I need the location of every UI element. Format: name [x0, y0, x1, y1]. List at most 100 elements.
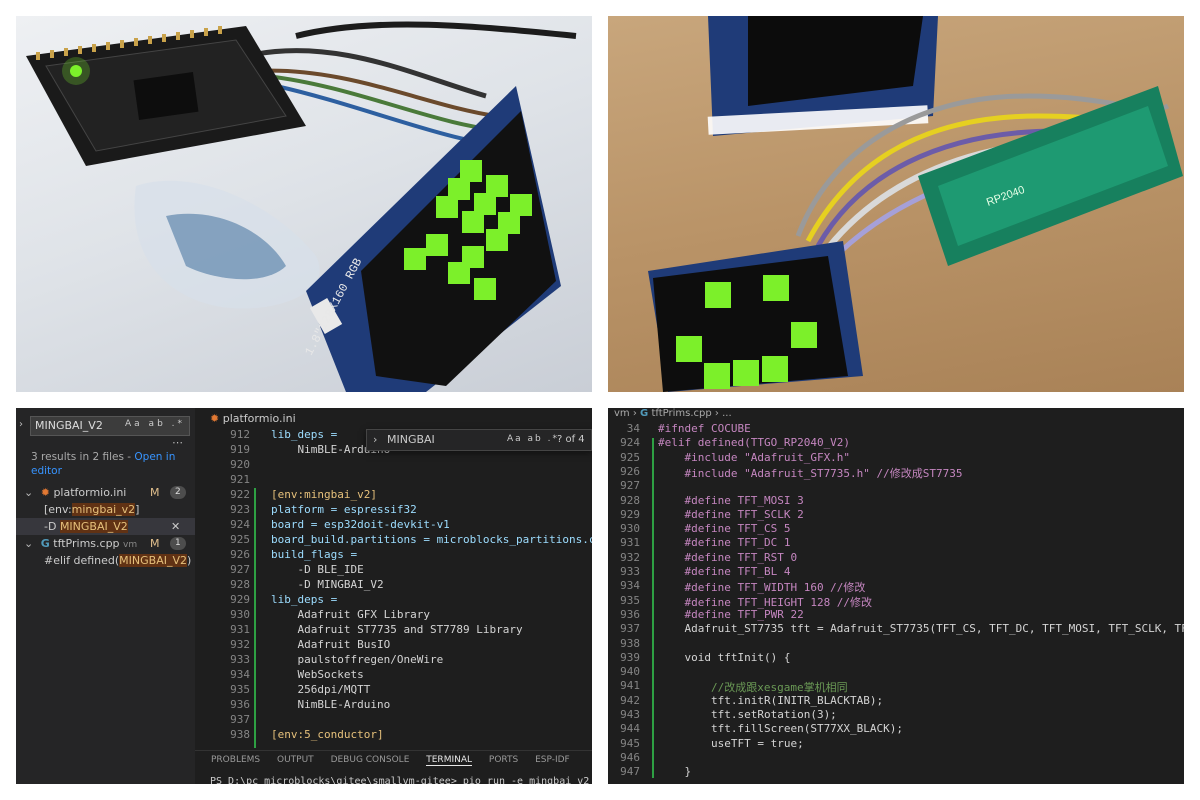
file-name: platformio.ini — [53, 486, 127, 499]
line-number: 931 — [620, 536, 640, 550]
code-line[interactable]: Adafruit GFX Library — [271, 608, 429, 621]
git-added-gutter — [254, 488, 256, 748]
code-line[interactable]: lib_deps = — [271, 428, 337, 441]
code-line[interactable]: #include "Adafruit_GFX.h" — [658, 451, 850, 464]
code-line[interactable]: tft.setRotation(3); — [658, 708, 837, 721]
tab-output[interactable]: OUTPUT — [277, 755, 314, 765]
line-number: 947 — [620, 765, 640, 779]
match-text: #elif defined( — [44, 554, 120, 567]
code-line[interactable]: #elif defined(TTGO_RP2040_V2) — [658, 436, 850, 449]
git-modified-badge: M — [150, 486, 160, 499]
code-line[interactable]: #define TFT_CS 5 — [658, 522, 790, 535]
line-number: 929 — [620, 507, 640, 521]
code-line[interactable]: board_build.partitions = microblocks_par… — [271, 533, 592, 546]
find-query[interactable]: MINGBAI — [387, 433, 435, 446]
code-line[interactable]: } — [658, 765, 691, 778]
line-number: 34 — [626, 422, 640, 435]
line-number: 935 — [620, 593, 640, 607]
line-number: 941 — [620, 679, 640, 693]
line-number: 934 — [230, 668, 250, 681]
code-line[interactable]: WebSockets — [271, 668, 363, 681]
photo-rp2040-tft: RP2040 — [608, 16, 1184, 392]
code-line[interactable]: [env:mingbai_v2] — [271, 488, 377, 501]
code-line[interactable]: #include "Adafruit_ST7735.h" //修改成ST7735 — [658, 465, 962, 481]
code-line[interactable]: #define TFT_PWR 22 — [658, 608, 803, 621]
line-number: 925 — [620, 450, 640, 464]
chevron-down-icon: ⌄ — [24, 486, 34, 499]
code-line[interactable]: Adafruit_ST7735 tft = Adafruit_ST7735(TF… — [658, 622, 1184, 635]
line-number: 936 — [230, 698, 250, 711]
code-line[interactable]: lib_deps = — [271, 593, 337, 606]
line-number: 930 — [620, 522, 640, 536]
code-editor[interactable]: 34 #ifndef COCUBE 924 #elif defined(TTGO_RP… — [608, 408, 1184, 784]
code-line[interactable]: Adafruit ST7735 and ST7789 Library — [271, 623, 522, 636]
panel-tabs: PROBLEMS OUTPUT DEBUG CONSOLE TERMINAL P… — [195, 750, 592, 770]
results-count: 3 results in 2 files - — [31, 451, 135, 463]
code-line[interactable]: board = esp32doit-devkit-v1 — [271, 518, 450, 531]
search-sidebar: › MINGBAI_V2 Aa ab .* ⋯ 3 results in 2 f… — [16, 408, 195, 784]
cpp-file-icon: G — [40, 537, 50, 550]
search-options[interactable]: Aa ab .* — [125, 419, 185, 429]
find-widget[interactable]: › MINGBAI Aa ab .* ? of 4 — [366, 429, 592, 451]
code-line[interactable]: platform = espressif32 — [271, 503, 417, 516]
photo-esp32-tft: 1.8"128X160 RGB — [16, 16, 592, 392]
tab-problems[interactable]: PROBLEMS — [211, 755, 260, 765]
code-line[interactable]: paulstoffregen/OneWire — [271, 653, 443, 666]
match-count-badge: 1 — [170, 537, 186, 550]
line-number: 928 — [620, 493, 640, 507]
result-file-platformio[interactable]: ⌄ ✹ platformio.ini M 2 — [16, 484, 195, 501]
code-line[interactable]: tft.initR(INITR_BLACKTAB); — [658, 694, 883, 707]
code-line[interactable]: void tftInit() { — [658, 651, 790, 664]
code-line[interactable]: #define TFT_MOSI 3 — [658, 494, 803, 507]
tab-esp-idf[interactable]: ESP-IDF — [535, 755, 570, 765]
code-line[interactable]: build_flags = — [271, 548, 357, 561]
git-added-gutter — [652, 438, 654, 778]
line-number: 926 — [230, 548, 250, 561]
line-number: 946 — [620, 750, 640, 764]
folder-hint: vm — [123, 540, 138, 550]
rp2040-photo-illustration: RP2040 — [648, 16, 1183, 392]
code-line[interactable]: -D BLE_IDE — [271, 563, 363, 576]
line-number: 922 — [230, 488, 250, 501]
terminal-output[interactable]: PS D:\pc_microblocks\gitee\smallvm-gitee… — [210, 776, 589, 784]
tab-terminal[interactable]: TERMINAL — [426, 755, 473, 766]
code-line[interactable]: -D MINGBAI_V2 — [271, 578, 383, 591]
code-line[interactable]: Adafruit BusIO — [271, 638, 390, 651]
result-match[interactable]: #elif defined(MINGBAI_V2) — [16, 552, 195, 569]
match-text: ] — [135, 503, 140, 516]
line-number: 924 — [620, 436, 640, 450]
code-line[interactable]: #define TFT_BL 4 — [658, 565, 790, 578]
chevron-right-icon[interactable]: › — [19, 419, 23, 430]
code-line[interactable]: #define TFT_RST 0 — [658, 551, 797, 564]
tab-debug-console[interactable]: DEBUG CONSOLE — [331, 755, 410, 765]
find-options[interactable]: Aa ab .* — [507, 434, 559, 444]
line-number: 930 — [230, 608, 250, 621]
chevron-right-icon[interactable]: › — [373, 433, 377, 446]
code-line[interactable]: #define TFT_DC 1 — [658, 536, 790, 549]
git-modified-badge: M — [150, 537, 160, 550]
more-actions-icon[interactable]: ⋯ — [172, 436, 183, 449]
match-highlight: MINGBAI_V2 — [119, 554, 187, 567]
code-line[interactable]: NimBLE-Arduino — [271, 698, 390, 711]
code-line[interactable]: #define TFT_SCLK 2 — [658, 508, 803, 521]
result-match[interactable]: [env:mingbai_v2] — [16, 501, 195, 518]
esp32-photo-illustration: 1.8"128X160 RGB — [26, 21, 577, 392]
code-line[interactable]: [env:5_conductor] — [271, 728, 384, 741]
match-text: [env: — [44, 503, 72, 516]
search-input[interactable]: MINGBAI_V2 Aa ab .* — [30, 416, 190, 436]
match-highlight: MINGBAI_V2 — [59, 520, 128, 533]
code-line[interactable]: #ifndef COCUBE — [658, 422, 751, 435]
close-icon[interactable]: ✕ — [171, 518, 180, 535]
line-number: 945 — [620, 736, 640, 750]
chevron-down-icon: ⌄ — [24, 537, 34, 550]
code-line[interactable]: tft.fillScreen(ST77XX_BLACK); — [658, 722, 903, 735]
line-number: 923 — [230, 503, 250, 516]
code-line[interactable]: useTFT = true; — [658, 737, 804, 750]
line-number: 926 — [620, 464, 640, 478]
result-file-tftprims[interactable]: ⌄ G tftPrims.cpp vm M 1 — [16, 535, 195, 552]
code-line[interactable]: 256dpi/MQTT — [271, 683, 370, 696]
line-number: 932 — [230, 638, 250, 651]
result-match-selected[interactable]: -D MINGBAI_V2 ✕ — [16, 518, 195, 535]
vscode-platformio-panel: › MINGBAI_V2 Aa ab .* ⋯ 3 results in 2 f… — [16, 408, 592, 784]
tab-ports[interactable]: PORTS — [489, 755, 518, 765]
